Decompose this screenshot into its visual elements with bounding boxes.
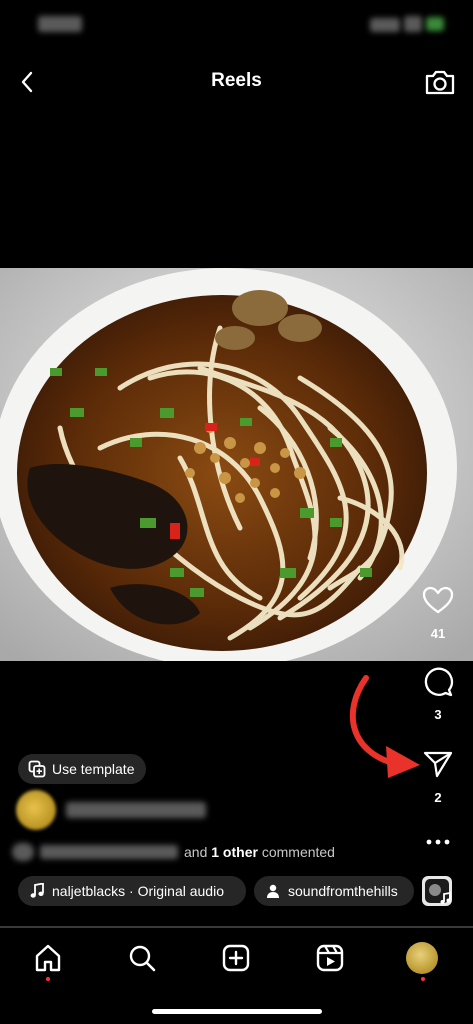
home-notification-dot xyxy=(46,977,50,981)
original-audio-chip[interactable]: naljetblacks · Original audio xyxy=(18,876,246,906)
nav-create-button[interactable] xyxy=(218,940,254,976)
status-battery xyxy=(426,17,444,31)
more-options-button[interactable] xyxy=(420,824,456,860)
tagged-username: soundfromthehills xyxy=(288,883,398,899)
nav-profile-button[interactable] xyxy=(404,940,440,976)
profile-notification-dot xyxy=(421,977,425,981)
more-dots-icon xyxy=(426,839,450,845)
heart-icon xyxy=(422,586,454,614)
use-template-button[interactable]: Use template xyxy=(18,754,147,784)
comment-summary[interactable]: and 1 other commented xyxy=(184,842,335,862)
like-button[interactable] xyxy=(420,582,456,618)
use-template-label: Use template xyxy=(52,761,135,777)
commenter-name[interactable] xyxy=(40,845,178,859)
comment-suffix: commented xyxy=(261,844,335,860)
nav-reels-button[interactable] xyxy=(312,940,348,976)
music-note-icon xyxy=(30,883,44,898)
audio-thumbnail[interactable] xyxy=(422,876,452,906)
feed-progress-divider xyxy=(0,926,473,928)
shares-count: 2 xyxy=(434,790,442,805)
status-time xyxy=(38,16,82,32)
music-note-icon xyxy=(425,879,451,904)
search-icon xyxy=(129,945,156,972)
audio-track-label: naljetblacks · Original audio xyxy=(52,883,224,899)
share-button[interactable] xyxy=(420,746,456,782)
home-indicator xyxy=(152,1009,322,1014)
template-icon xyxy=(28,760,46,778)
annotation-arrow xyxy=(349,675,420,778)
nav-home-button[interactable] xyxy=(30,940,66,976)
author-avatar[interactable] xyxy=(16,790,56,830)
tagged-user-chip[interactable]: soundfromthehills xyxy=(254,876,414,906)
comment-other-count: 1 other xyxy=(211,844,258,860)
avatar xyxy=(406,942,438,974)
reel-video[interactable] xyxy=(0,268,473,661)
likes-count: 41 xyxy=(430,626,446,641)
nav-search-button[interactable] xyxy=(124,940,160,976)
camera-icon xyxy=(425,70,455,95)
home-icon xyxy=(35,944,61,972)
person-icon xyxy=(267,884,279,898)
status-wifi xyxy=(404,16,422,32)
commenter-avatars xyxy=(12,843,34,861)
camera-button[interactable] xyxy=(424,67,456,97)
page-title: Reels xyxy=(211,70,262,91)
comment-and-text: and xyxy=(184,844,208,860)
author-username[interactable] xyxy=(66,802,206,818)
plus-square-icon xyxy=(222,944,250,972)
paper-plane-icon xyxy=(423,751,453,778)
noodle-bowl-image xyxy=(0,268,473,661)
status-signal xyxy=(370,18,400,32)
reels-icon xyxy=(316,944,344,972)
